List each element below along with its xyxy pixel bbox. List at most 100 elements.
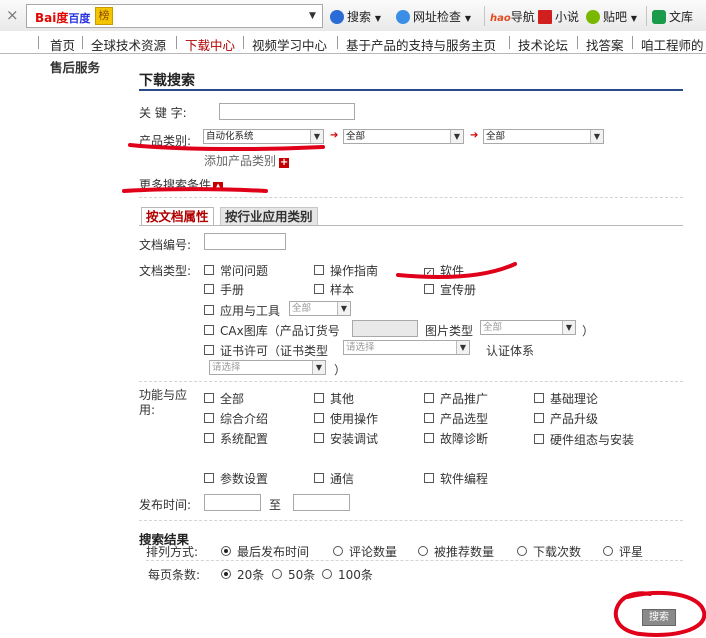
close-icon[interactable]: × — [6, 6, 19, 24]
per-page-option[interactable]: 100条 — [322, 566, 373, 583]
radio[interactable] — [418, 546, 428, 556]
checkbox[interactable] — [424, 284, 434, 294]
function-option[interactable]: 综合介绍 — [204, 410, 268, 427]
doc-type-option[interactable]: 样本 — [314, 281, 354, 298]
radio[interactable] — [322, 569, 332, 579]
doc-type-option[interactable]: 常问问题 — [204, 262, 268, 279]
keyword-input[interactable] — [219, 103, 355, 120]
checkbox[interactable] — [314, 473, 324, 483]
doc-type-option[interactable]: ✓ 软件 — [424, 262, 464, 279]
checkbox[interactable] — [534, 393, 544, 403]
grid-icon — [538, 10, 552, 24]
nav-product-support[interactable]: 基于产品的支持与服务主页 — [346, 35, 496, 54]
radio[interactable] — [603, 546, 613, 556]
more-conditions-toggle[interactable]: 更多搜索条件 ▲ — [139, 176, 224, 193]
tieba-button[interactable]: 贴吧 ▼ — [586, 8, 637, 25]
checkbox[interactable] — [314, 433, 324, 443]
checkbox[interactable] — [424, 433, 434, 443]
radio[interactable] — [272, 569, 282, 579]
add-category-link[interactable]: 添加产品类别 + — [204, 152, 290, 169]
checkbox[interactable] — [204, 265, 214, 275]
nav-engineers[interactable]: 咱工程师的 — [641, 35, 704, 54]
checkbox[interactable] — [314, 265, 324, 275]
function-option[interactable]: 产品升级 — [534, 410, 598, 427]
per-page-option[interactable]: 50条 — [272, 566, 315, 583]
checkbox[interactable] — [424, 413, 434, 423]
nav-forum[interactable]: 技术论坛 — [518, 35, 568, 54]
function-option[interactable]: 通信 — [314, 470, 354, 487]
cax-option[interactable]: CAx图库（产品订货号 — [204, 322, 340, 339]
picture-type-select[interactable]: 全部 ▼ — [480, 320, 576, 335]
sidebar-after-sales[interactable]: 售后服务 — [50, 57, 100, 76]
sort-option[interactable]: 评星 — [603, 543, 643, 560]
tab-doc-attributes[interactable]: 按文档属性 — [141, 207, 214, 226]
checkbox[interactable] — [314, 393, 324, 403]
sort-option[interactable]: 最后发布时间 — [221, 543, 309, 560]
nav-download-center[interactable]: 下载中心 — [185, 35, 235, 54]
nav-video-center[interactable]: 视频学习中心 — [252, 35, 327, 54]
chevron-down-icon[interactable]: ▼ — [309, 11, 316, 21]
wenku-button[interactable]: 文库 — [652, 8, 693, 25]
url-check-button[interactable]: 网址检查 ▼ — [396, 8, 471, 25]
function-option[interactable]: 产品推广 — [424, 390, 488, 407]
checkbox[interactable] — [534, 413, 544, 423]
checkbox[interactable] — [534, 434, 544, 444]
doc-number-input[interactable] — [204, 233, 286, 250]
search-button[interactable]: 搜索 — [642, 609, 676, 626]
cert-option[interactable]: 证书许可（证书类型 — [204, 342, 328, 359]
cert-system-select[interactable]: 请选择 ▼ — [209, 360, 326, 375]
checkbox-checked[interactable]: ✓ — [424, 268, 434, 278]
doc-type-option[interactable]: 宣传册 — [424, 281, 476, 298]
doc-type-option[interactable]: 手册 — [204, 281, 244, 298]
function-option[interactable]: 软件编程 — [424, 470, 488, 487]
novel-button[interactable]: 小说 — [538, 8, 579, 25]
category-select-1[interactable]: 自动化系统 ▼ — [203, 129, 324, 144]
checkbox[interactable] — [314, 413, 324, 423]
checkbox[interactable] — [204, 325, 214, 335]
checkbox[interactable] — [204, 393, 214, 403]
cert-type-select[interactable]: 请选择 ▼ — [343, 340, 470, 355]
nav-home[interactable]: 首页 — [50, 35, 75, 54]
radio[interactable] — [333, 546, 343, 556]
sort-option[interactable]: 评论数量 — [333, 543, 397, 560]
sort-option[interactable]: 被推荐数量 — [418, 543, 494, 560]
radio-selected[interactable] — [221, 569, 231, 579]
checkbox[interactable] — [204, 413, 214, 423]
publish-to-input[interactable] — [293, 494, 350, 511]
function-option[interactable]: 产品选型 — [424, 410, 488, 427]
app-tools-select[interactable]: 全部 ▼ — [289, 301, 351, 316]
nav-global-tech[interactable]: 全球技术资源 — [91, 35, 166, 54]
checkbox[interactable] — [314, 284, 324, 294]
function-option[interactable]: 安装调试 — [314, 430, 378, 447]
search-box[interactable]: Bai度百度 榜 ▼ — [26, 4, 323, 28]
nav-find-answer[interactable]: 找答案 — [586, 35, 624, 54]
checkbox[interactable] — [204, 433, 214, 443]
function-option[interactable]: 其他 — [314, 390, 354, 407]
function-option[interactable]: 基础理论 — [534, 390, 598, 407]
checkbox[interactable] — [204, 305, 214, 315]
function-option[interactable]: 参数设置 — [204, 470, 268, 487]
sort-option[interactable]: 下载次数 — [517, 543, 581, 560]
function-option[interactable]: 故障诊断 — [424, 430, 488, 447]
per-page-option[interactable]: 20条 — [221, 566, 264, 583]
function-option[interactable]: 系统配置 — [204, 430, 268, 447]
checkbox[interactable] — [204, 473, 214, 483]
tab-industry-category[interactable]: 按行业应用类别 — [220, 207, 318, 226]
publish-from-input[interactable] — [204, 494, 261, 511]
function-option[interactable]: 使用操作 — [314, 410, 378, 427]
checkbox[interactable] — [424, 473, 434, 483]
checkbox[interactable] — [204, 284, 214, 294]
order-number-input[interactable] — [352, 320, 418, 337]
toolbar-search-button[interactable]: 搜索 ▼ — [330, 8, 381, 25]
checkbox[interactable] — [204, 345, 214, 355]
nav-link-button[interactable]: hao导航 — [490, 8, 535, 25]
checkbox[interactable] — [424, 393, 434, 403]
doc-type-option[interactable]: 操作指南 — [314, 262, 378, 279]
function-option[interactable]: 全部 — [204, 390, 244, 407]
app-tools-option[interactable]: 应用与工具 — [204, 302, 280, 319]
radio[interactable] — [517, 546, 527, 556]
radio-selected[interactable] — [221, 546, 231, 556]
category-select-3[interactable]: 全部 ▼ — [483, 129, 604, 144]
category-select-2[interactable]: 全部 ▼ — [343, 129, 464, 144]
function-option[interactable]: 硬件组态与安装 — [534, 430, 634, 450]
